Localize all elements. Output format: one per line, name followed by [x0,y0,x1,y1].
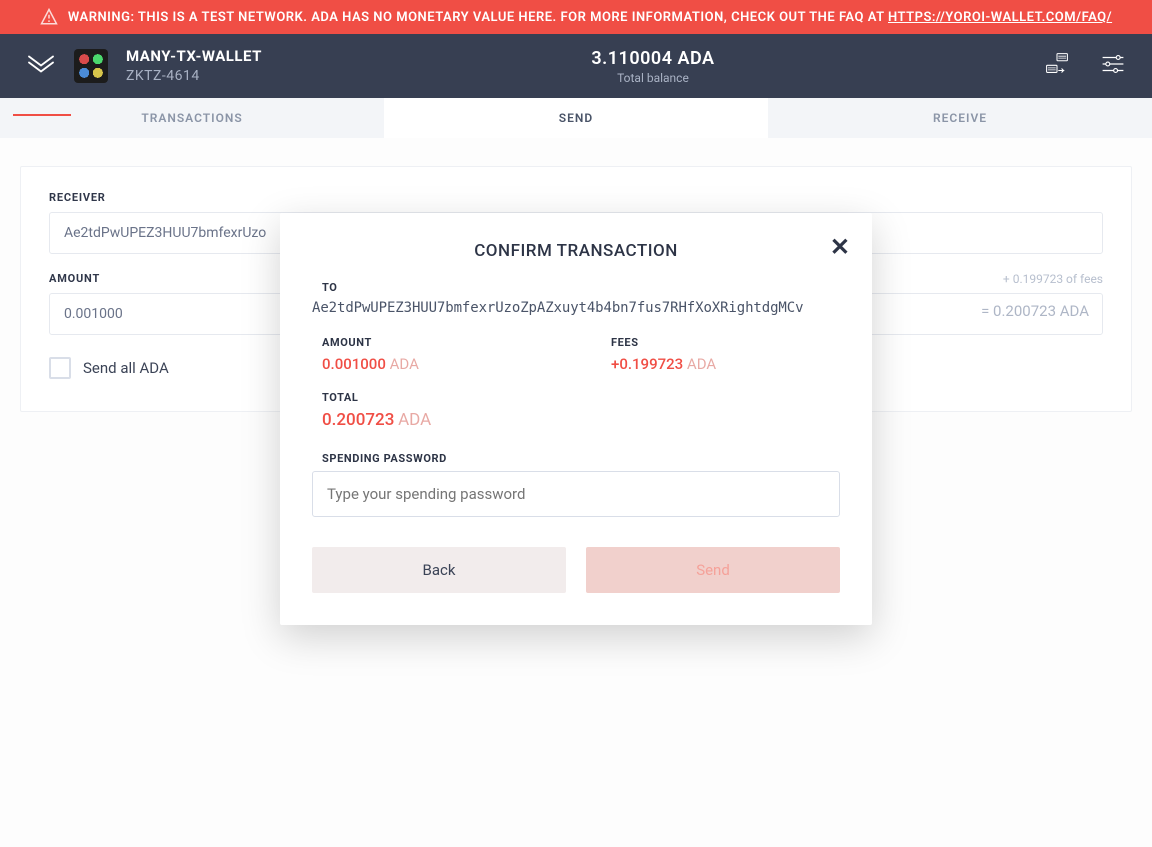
modal-total-value: 0.200723 ADA [322,410,840,430]
confirm-transaction-modal: CONFIRM TRANSACTION ✕ TO Ae2tdPwUPEZ3HUU… [280,213,872,625]
modal-to-address: Ae2tdPwUPEZ3HUU7bmfexrUzoZpAZxuyt4b4bn7f… [312,300,840,316]
close-icon[interactable]: ✕ [830,235,850,259]
spending-password-input[interactable] [312,471,840,517]
back-button[interactable]: Back [312,547,566,593]
modal-amount-value: 0.001000 ADA [322,355,551,373]
modal-to-label: TO [322,281,840,294]
modal-fees-label: FEES [611,336,840,349]
modal-total-label: TOTAL [322,391,840,404]
modal-fees-value: +0.199723 ADA [611,355,840,373]
modal-title: CONFIRM TRANSACTION [312,241,840,261]
send-button[interactable]: Send [586,547,840,593]
modal-password-label: SPENDING PASSWORD [322,452,840,465]
modal-amount-label: AMOUNT [322,336,551,349]
modal-overlay: CONFIRM TRANSACTION ✕ TO Ae2tdPwUPEZ3HUU… [0,0,1152,847]
